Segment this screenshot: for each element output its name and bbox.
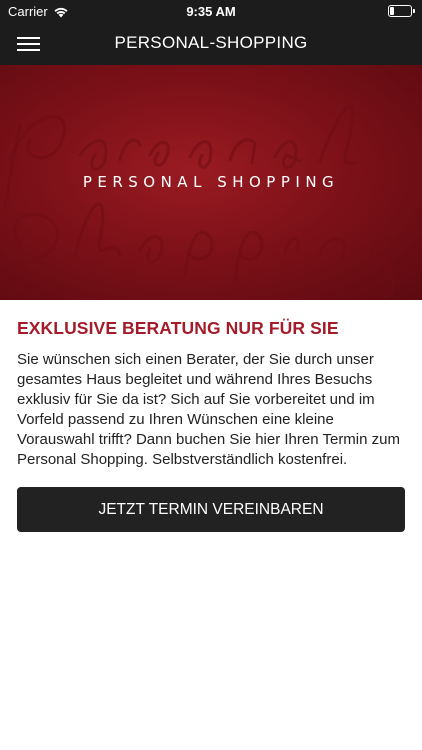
section-heading: EXKLUSIVE BERATUNG NUR FÜR SIE	[17, 318, 339, 338]
page-title: PERSONAL-SHOPPING	[114, 33, 308, 52]
hero-title: PERSONAL SHOPPING	[82, 173, 340, 191]
nav-bar: PERSONAL-SHOPPING	[0, 22, 422, 65]
description-text: Sie wünschen sich einen Berater, der Sie…	[17, 351, 400, 468]
battery-level	[390, 7, 394, 15]
content-section: EXKLUSIVE BERATUNG NUR FÜR SIE Sie wünsc…	[0, 300, 422, 532]
status-bar: Carrier 9:35 AM	[0, 0, 422, 22]
book-appointment-button[interactable]: JETZT TERMIN VEREINBAREN	[17, 487, 405, 532]
battery-icon	[388, 5, 415, 17]
hero-banner: PERSONAL SHOPPING	[0, 65, 422, 300]
status-time: 9:35 AM	[186, 4, 236, 19]
screen: Carrier 9:35 AM PERSONAL-SHOPPING PERSON…	[0, 0, 422, 750]
